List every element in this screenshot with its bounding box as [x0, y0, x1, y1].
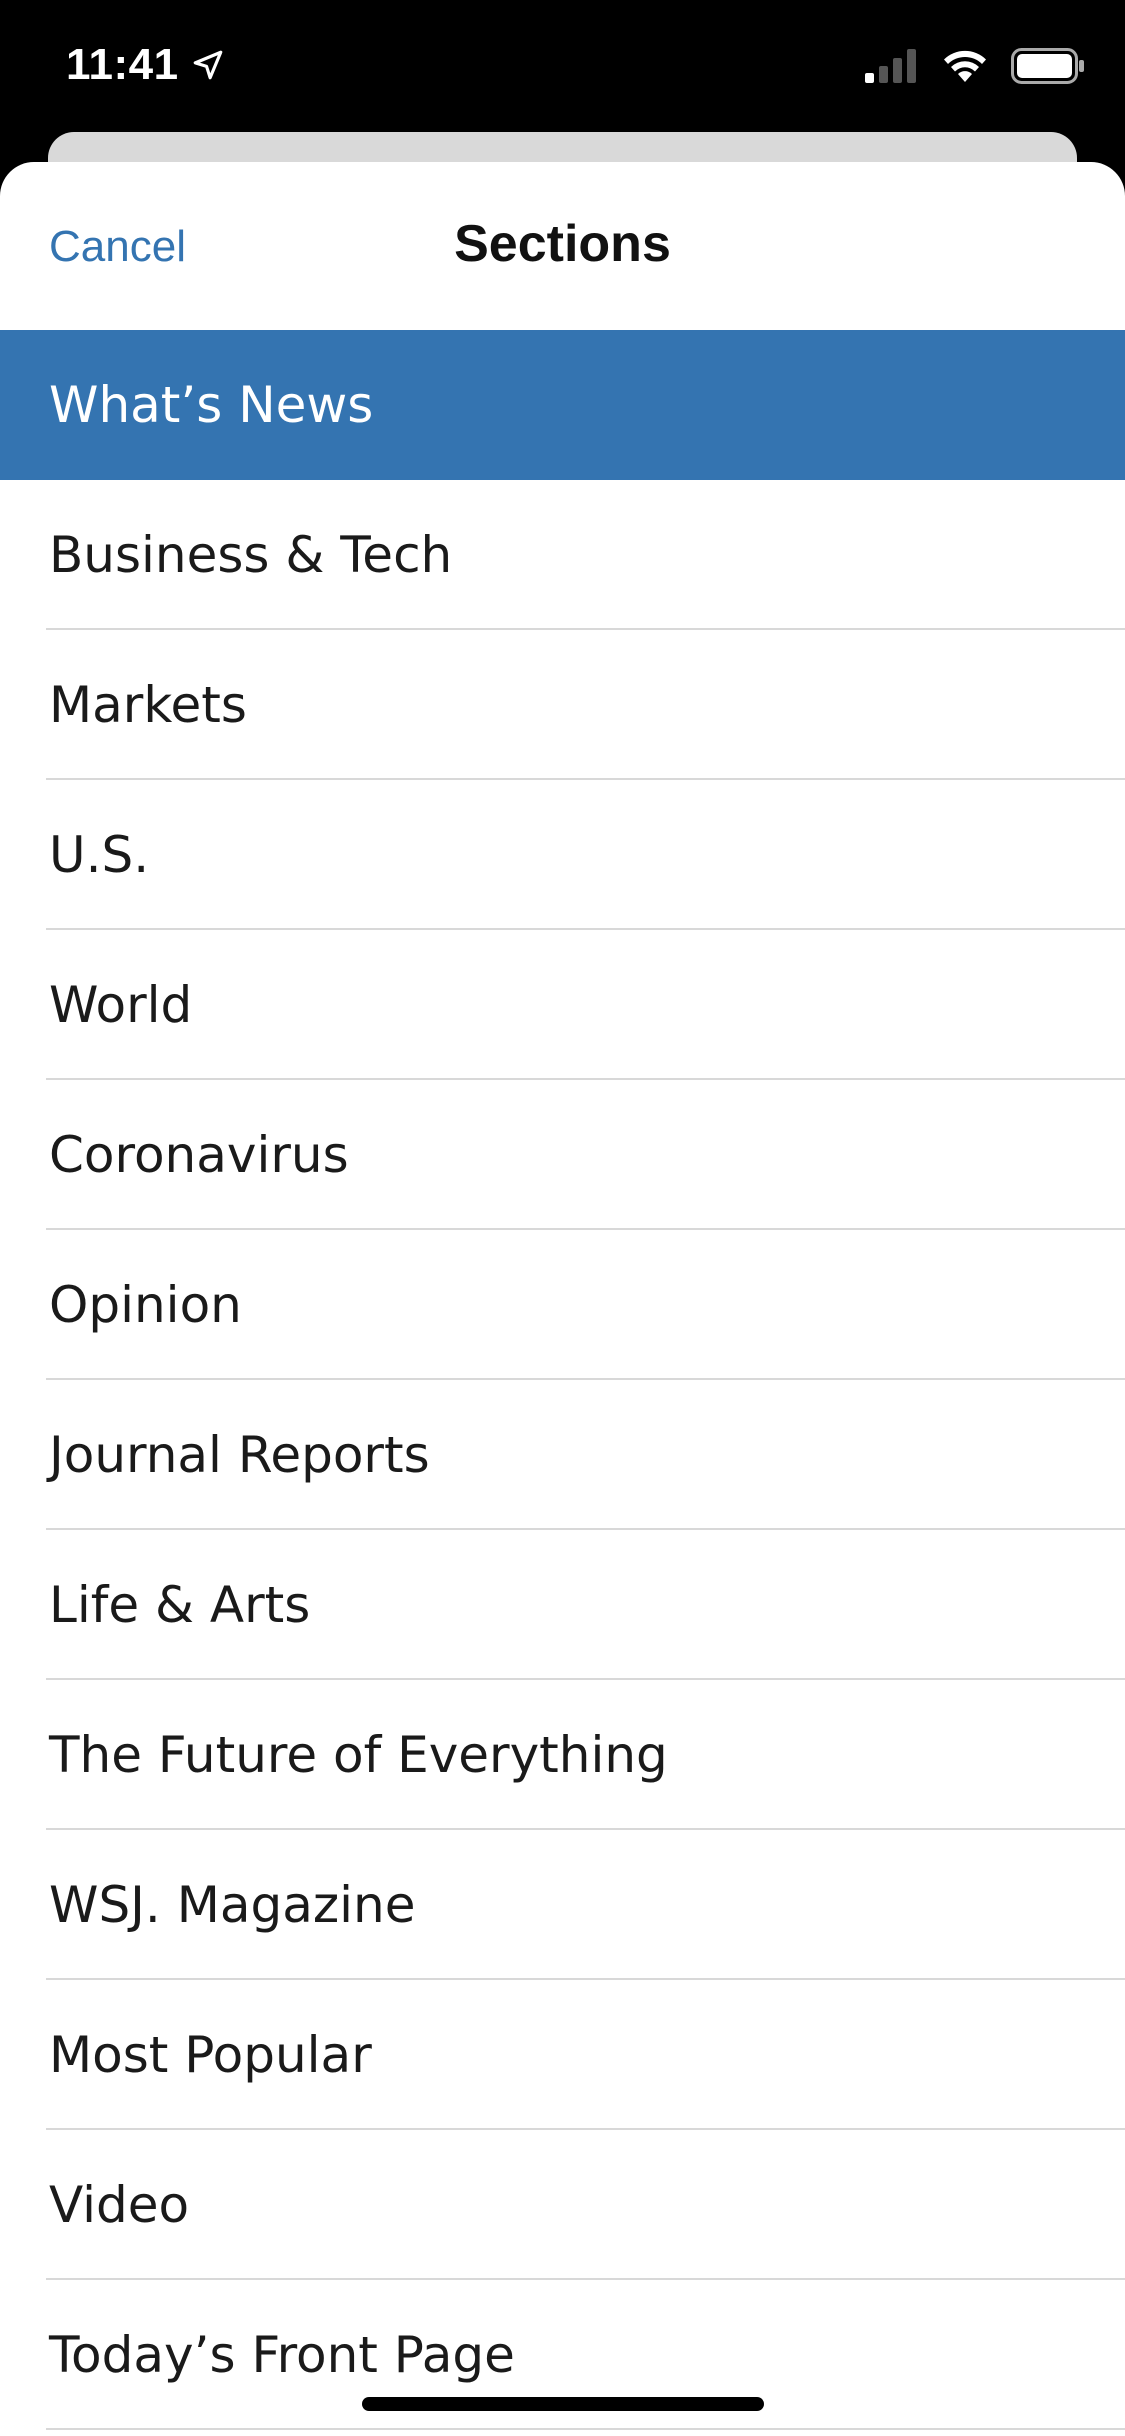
- battery-icon: [1011, 48, 1084, 84]
- section-item-business-tech[interactable]: Business & Tech: [0, 480, 1125, 630]
- section-label: What’s News: [49, 376, 374, 434]
- status-bar: 11:41: [0, 0, 1125, 132]
- section-item-markets[interactable]: Markets: [0, 630, 1125, 780]
- cellular-signal-icon: [865, 49, 916, 83]
- home-indicator[interactable]: [362, 2397, 764, 2411]
- status-time: 11:41: [66, 40, 225, 90]
- location-arrow-icon: [193, 50, 222, 80]
- section-label: The Future of Everything: [49, 1726, 668, 1784]
- section-label: Opinion: [49, 1276, 242, 1334]
- section-item-most-popular[interactable]: Most Popular: [0, 1980, 1125, 2130]
- section-item-future-of-everything[interactable]: The Future of Everything: [0, 1680, 1125, 1830]
- sections-sheet: Cancel Sections What’s News Business & T…: [0, 162, 1125, 2436]
- section-item-journal-reports[interactable]: Journal Reports: [0, 1380, 1125, 1530]
- nav-bar: Cancel Sections: [0, 162, 1125, 330]
- section-label: Markets: [49, 676, 247, 734]
- section-label: Today’s Front Page: [49, 2326, 515, 2384]
- clock-time: 11:41: [66, 40, 179, 89]
- section-item-us[interactable]: U.S.: [0, 780, 1125, 930]
- section-item-video[interactable]: Video: [0, 2130, 1125, 2280]
- section-item-world[interactable]: World: [0, 930, 1125, 1080]
- section-item-opinion[interactable]: Opinion: [0, 1230, 1125, 1380]
- section-item-wsj-magazine[interactable]: WSJ. Magazine: [0, 1830, 1125, 1980]
- section-item-whats-news[interactable]: What’s News: [0, 330, 1125, 480]
- section-label: Life & Arts: [49, 1576, 311, 1634]
- status-icons: [865, 48, 1085, 84]
- section-label: U.S.: [49, 826, 150, 884]
- page-title: Sections: [454, 215, 671, 273]
- section-label: Business & Tech: [49, 526, 453, 584]
- section-label: Video: [49, 2176, 190, 2234]
- wifi-icon: [944, 50, 986, 82]
- section-item-life-arts[interactable]: Life & Arts: [0, 1530, 1125, 1680]
- section-label: Most Popular: [49, 2026, 372, 2084]
- section-label: World: [49, 976, 193, 1034]
- section-label: WSJ. Magazine: [49, 1876, 416, 1934]
- section-list: What’s News Business & Tech Markets U.S.…: [0, 330, 1125, 2430]
- section-label: Journal Reports: [49, 1426, 430, 1484]
- section-label: Coronavirus: [49, 1126, 349, 1184]
- section-item-coronavirus[interactable]: Coronavirus: [0, 1080, 1125, 1230]
